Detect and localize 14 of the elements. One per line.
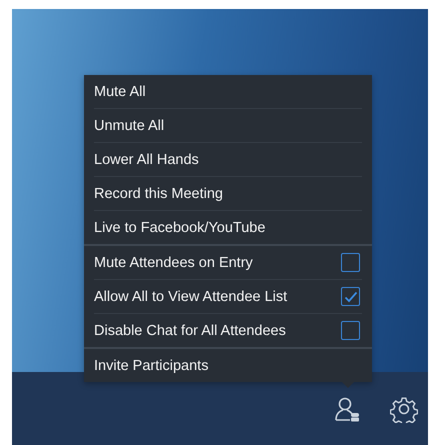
checkbox[interactable] bbox=[341, 321, 360, 340]
checkbox[interactable] bbox=[341, 253, 360, 272]
menu-item[interactable]: Lower All Hands bbox=[94, 152, 199, 168]
menu-item[interactable]: Mute All bbox=[94, 84, 146, 100]
menu-item[interactable]: Mute Attendees on Entry bbox=[94, 254, 253, 270]
menu-item[interactable]: Record this Meeting bbox=[94, 186, 223, 202]
participants-icon[interactable] bbox=[334, 396, 360, 422]
menu-item[interactable]: Live to Facebook/YouTube bbox=[94, 220, 266, 236]
menu-item[interactable]: Disable Chat for All Attendees bbox=[94, 322, 286, 338]
checkbox[interactable] bbox=[341, 287, 360, 306]
settings-icon[interactable] bbox=[390, 394, 418, 422]
menu-item[interactable]: Unmute All bbox=[94, 118, 164, 134]
menu-item[interactable]: Invite Participants bbox=[94, 358, 208, 374]
menu-item[interactable]: Allow All to View Attendee List bbox=[94, 288, 288, 304]
